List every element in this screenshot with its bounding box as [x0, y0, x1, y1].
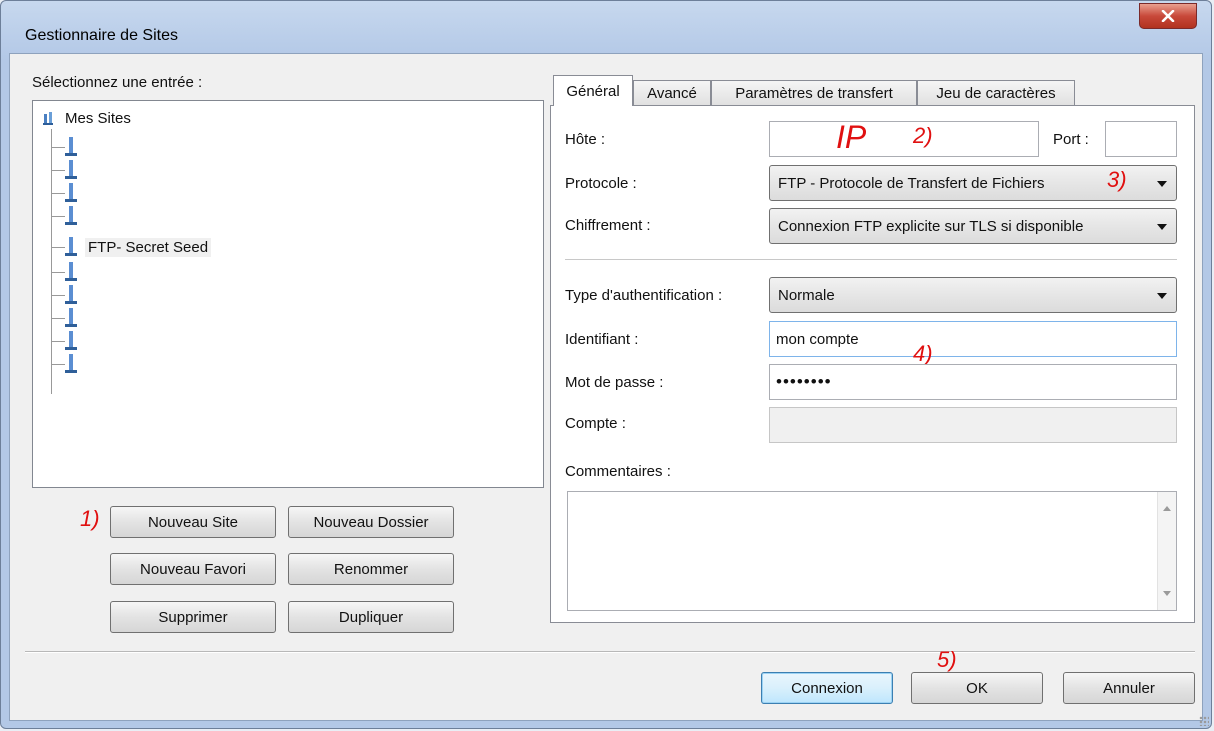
server-icon	[65, 308, 77, 327]
tree-root[interactable]: Mes Sites	[43, 107, 131, 129]
delete-button[interactable]: Supprimer	[110, 601, 276, 633]
server-icon	[65, 285, 77, 304]
encryption-select[interactable]: Connexion FTP explicite sur TLS si dispo…	[769, 208, 1177, 244]
protocol-value: FTP - Protocole de Transfert de Fichiers	[778, 174, 1045, 192]
comments-label: Commentaires :	[565, 463, 671, 480]
server-icon	[65, 237, 77, 256]
new-folder-button[interactable]: Nouveau Dossier	[288, 506, 454, 538]
tree-root-label: Mes Sites	[65, 109, 131, 127]
tab-transfer-settings[interactable]: Paramètres de transfert	[711, 80, 917, 106]
server-icon	[65, 354, 77, 373]
tree-item[interactable]	[51, 136, 91, 158]
password-label: Mot de passe :	[565, 374, 664, 391]
scroll-up-icon[interactable]	[1163, 506, 1171, 511]
server-icon	[65, 137, 77, 156]
annotation-3: 3)	[1107, 167, 1127, 192]
resize-grip-icon[interactable]	[1199, 716, 1209, 726]
folder-icon	[43, 112, 53, 125]
annotation-5: 5)	[937, 647, 957, 672]
annotation-2: 2)	[913, 123, 933, 148]
comments-textarea[interactable]	[567, 491, 1177, 611]
connect-button[interactable]: Connexion	[761, 672, 893, 704]
new-bookmark-button[interactable]: Nouveau Favori	[110, 553, 276, 585]
port-label: Port :	[1053, 131, 1089, 148]
title-bar: Gestionnaire de Sites	[1, 1, 1211, 53]
annotation-1: 1)	[80, 506, 100, 531]
port-input[interactable]	[1105, 121, 1177, 157]
window-title: Gestionnaire de Sites	[25, 27, 178, 44]
tab-advanced[interactable]: Avancé	[633, 80, 711, 106]
host-label: Hôte :	[565, 131, 606, 148]
scroll-down-icon[interactable]	[1163, 591, 1171, 596]
auth-type-select[interactable]: Normale	[769, 277, 1177, 313]
encryption-value: Connexion FTP explicite sur TLS si dispo…	[778, 217, 1084, 235]
tree-item[interactable]	[51, 307, 91, 329]
tree-item[interactable]	[51, 261, 91, 283]
tree-item-ftp-secret-seed[interactable]: FTP- Secret Seed	[51, 236, 212, 258]
account-input	[769, 407, 1177, 443]
auth-type-value: Normale	[778, 286, 835, 304]
dropdown-arrow-icon	[1157, 181, 1167, 187]
server-icon	[65, 160, 77, 179]
server-icon	[65, 262, 77, 281]
rename-button[interactable]: Renommer	[288, 553, 454, 585]
password-input[interactable]: ••••••••	[769, 364, 1177, 400]
select-entry-label: Sélectionnez une entrée :	[32, 74, 203, 91]
tree-item[interactable]	[51, 330, 91, 352]
tree-item[interactable]	[51, 284, 91, 306]
section-divider	[565, 259, 1177, 261]
close-button[interactable]	[1139, 3, 1197, 29]
tab-general[interactable]: Général	[553, 75, 633, 106]
auth-type-label: Type d'authentification :	[565, 287, 723, 304]
username-label: Identifiant :	[565, 331, 639, 348]
new-site-button[interactable]: Nouveau Site	[110, 506, 276, 538]
cancel-button[interactable]: Annuler	[1063, 672, 1195, 704]
tree-item[interactable]	[51, 182, 91, 204]
dropdown-arrow-icon	[1157, 224, 1167, 230]
server-icon	[65, 331, 77, 350]
username-input[interactable]: mon compte	[769, 321, 1177, 357]
close-icon	[1161, 10, 1175, 22]
account-label: Compte :	[565, 415, 626, 432]
footer-divider	[25, 651, 1195, 653]
host-input[interactable]	[769, 121, 1039, 157]
protocol-label: Protocole :	[565, 175, 637, 192]
server-icon	[65, 183, 77, 202]
tree-item-label: FTP- Secret Seed	[85, 237, 212, 257]
dropdown-arrow-icon	[1157, 293, 1167, 299]
ok-button[interactable]: OK	[911, 672, 1043, 704]
site-manager-window: Gestionnaire de Sites Sélectionnez une e…	[0, 0, 1212, 729]
tree-item[interactable]	[51, 205, 91, 227]
encryption-label: Chiffrement :	[565, 217, 651, 234]
comments-scrollbar[interactable]	[1157, 492, 1176, 610]
site-tree[interactable]: Mes Sites FTP- Secret Seed	[32, 100, 544, 488]
annotation-ip: IP	[836, 119, 867, 155]
duplicate-button[interactable]: Dupliquer	[288, 601, 454, 633]
tree-item[interactable]	[51, 353, 91, 375]
server-icon	[65, 206, 77, 225]
tree-item[interactable]	[51, 159, 91, 181]
tab-charset[interactable]: Jeu de caractères	[917, 80, 1075, 106]
